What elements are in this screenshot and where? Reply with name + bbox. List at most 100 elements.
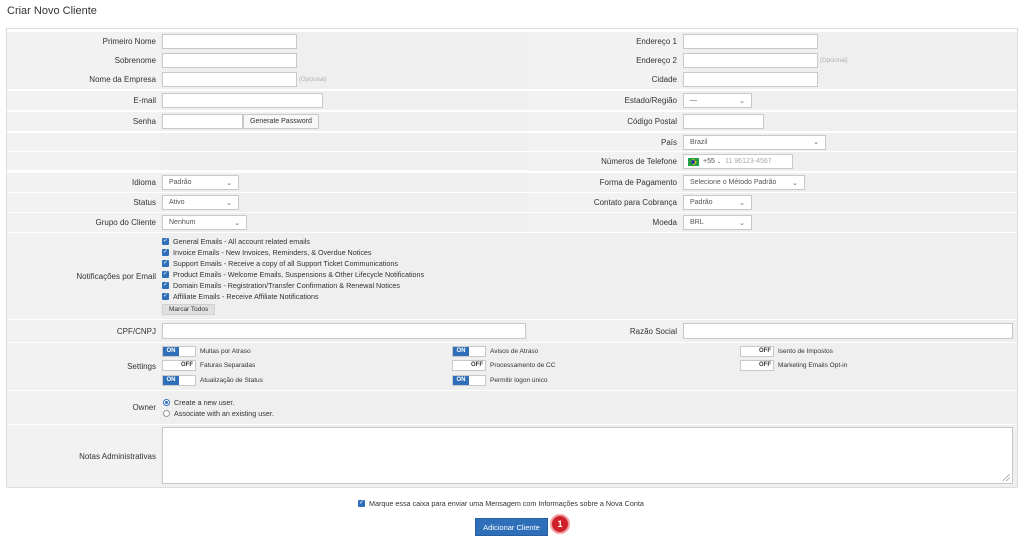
address1-input[interactable] [683,34,818,49]
postcode-input[interactable] [683,114,764,129]
toggle-switch[interactable]: ON [162,346,196,357]
field-status: Ativo ⌄ [160,193,528,212]
toggle-blank [741,347,757,356]
select-value: Padrão [690,199,713,206]
client-group-select[interactable]: Nenhum ⌄ [162,215,247,230]
radio-label: Associate with an existing user. [174,408,274,418]
toggle-late-fees[interactable]: ON Multas por Atraso [162,346,251,357]
currency-select[interactable]: BRL ⌄ [683,215,752,230]
step-badge: 1 [550,514,570,534]
generate-password-button[interactable]: Generate Password [243,114,319,129]
city-input[interactable] [683,72,818,87]
toggle-blank [179,347,195,356]
field-payment-method: Selecione o Método Padrão ⌄ [681,173,1017,192]
chevron-down-icon: ⌄ [739,219,745,227]
status-select[interactable]: Ativo ⌄ [162,195,239,210]
field-phone: +55 ⌄ 11 96123-4567 [681,152,1017,171]
toggle-overdue-notices[interactable]: ON Avisos de Atraso [452,346,538,357]
label-text: Notificações por Email [76,271,156,281]
phone-input[interactable]: +55 ⌄ 11 96123-4567 [683,154,793,169]
label-notes: Notas Administrativas [7,425,160,487]
billing-contact-select[interactable]: Padrão ⌄ [683,195,752,210]
label-text: Nome da Empresa [89,75,156,84]
field-first-name [160,32,528,51]
toggle-single-signon[interactable]: ON Permitir logon único [452,375,547,386]
radio-selected-icon [163,398,170,406]
country-select[interactable]: Brazil ⌄ [683,134,826,150]
toggle-state: ON [163,347,179,356]
payment-method-select[interactable]: Selecione o Método Padrão ⌄ [683,175,805,190]
toggle-switch[interactable]: ON [452,375,486,386]
select-value: — [690,97,697,104]
toggle-tax-exempt[interactable]: OFF Isento de Impostos [740,346,833,357]
label-text: E-mail [133,96,156,105]
select-value: Brazil [690,138,708,146]
toggle-switch[interactable]: ON [452,346,486,357]
resize-handle-icon[interactable] [1003,474,1010,481]
state-select[interactable]: — ⌄ [683,93,752,108]
add-client-button[interactable]: Adicionar Cliente [475,518,548,536]
toggle-separate-invoices[interactable]: OFF Faturas Separadas [162,360,255,371]
toggle-label: Permitir logon único [490,377,548,384]
label-payment-method: Forma de Pagamento [528,173,681,192]
checkbox-label: Invoice Emails - New Invoices, Reminders… [173,248,372,257]
toggle-state: OFF [181,362,193,368]
email-input[interactable] [162,93,323,108]
label-owner: Owner [7,391,160,424]
company-hint: (Opcional) [299,76,327,83]
field-settings [160,343,1017,390]
radio-unselected-icon [163,409,170,417]
toggle-label: Faturas Separadas [200,362,256,369]
notification-affiliate[interactable]: ✓ Affiliate Emails - Receive Affiliate No… [162,291,319,302]
notification-invoice[interactable]: ✓ Invoice Emails - New Invoices, Reminder… [162,247,372,258]
company-input[interactable] [162,72,297,87]
toggle-status-update[interactable]: ON Atualização de Status [162,375,263,386]
address2-input[interactable] [683,53,818,68]
brazil-flag-icon [688,157,699,166]
label-company: Nome da Empresa [7,70,160,89]
label-empty-2 [7,152,160,170]
label-language: Idioma [7,173,160,192]
cpf-input[interactable] [162,323,526,339]
toggle-cc-processing[interactable]: OFF Processamento de CC [452,360,555,371]
notification-support[interactable]: ✓ Support Emails - Receive a copy of all … [162,258,398,269]
language-select[interactable]: Padrão ⌄ [162,175,239,190]
owner-associate-option[interactable]: Associate with an existing user. [163,408,274,419]
field-empty-2 [160,152,528,170]
mark-all-button[interactable]: Marcar Todos [162,304,216,315]
label-text: Primeiro Nome [102,37,156,46]
field-notifications: ✓ General Emails - All account related em… [160,233,1017,319]
toggle-state: OFF [759,348,771,354]
label-text: Cidade [651,75,677,84]
toggle-label: Multas por Atraso [200,348,251,355]
send-welcome-email-checkbox[interactable]: ✓ Marque essa caixa para enviar uma Mens… [358,499,644,508]
first-name-input[interactable] [162,34,297,49]
toggle-switch[interactable]: OFF [162,360,196,371]
toggle-switch[interactable]: ON [162,375,196,386]
label-last-name: Sobrenome [7,51,160,70]
notification-domain[interactable]: ✓ Domain Emails - Registration/Transfer C… [162,280,400,291]
last-name-input[interactable] [162,53,297,68]
toggle-state: OFF [471,362,483,368]
password-input[interactable] [162,114,243,129]
label-phone: Números de Telefone [528,152,681,171]
toggle-switch[interactable]: OFF [740,346,774,357]
notes-textarea[interactable] [162,427,1013,484]
razao-input[interactable] [683,323,1013,339]
owner-create-option[interactable]: Create a new user. [163,397,234,408]
label-text: Endereço 1 [636,37,677,46]
chevron-down-icon: ⌄ [739,199,745,207]
toggle-marketing-optin[interactable]: OFF Marketing Emails Opt-in [740,360,847,371]
field-language: Padrão ⌄ [160,173,528,192]
field-address1 [681,32,1017,51]
toggle-switch[interactable]: OFF [740,360,774,371]
label-empty-1 [7,133,160,151]
label-text: Settings [127,362,156,371]
checkbox-checked-icon: ✓ [162,249,169,256]
notification-product[interactable]: ✓ Product Emails - Welcome Emails, Suspen… [162,269,424,280]
toggle-switch[interactable]: OFF [452,360,486,371]
checkbox-label: General Emails - All account related ema… [173,237,311,246]
notification-general[interactable]: ✓ General Emails - All account related em… [162,236,310,247]
label-notifications: Notificações por Email [7,233,160,319]
label-postcode: Código Postal [528,112,681,131]
